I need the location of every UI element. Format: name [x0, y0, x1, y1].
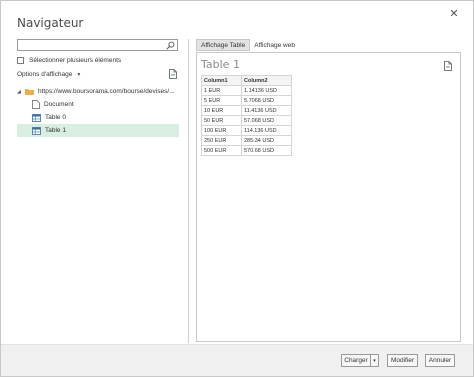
new-document-icon[interactable]: [444, 61, 452, 71]
navigator-dialog: ✕ Navigateur Sélectionner plusieurs élém…: [0, 0, 474, 377]
tree-root-label: https://www.boursorama.com/bourse/devise…: [38, 88, 175, 95]
chevron-down-icon: ▼: [76, 71, 82, 78]
tree-item-label: Table 0: [45, 114, 66, 121]
navigator-tree: ◢ https://www.boursorama.com/bourse/devi…: [17, 85, 179, 137]
tab-table-view[interactable]: Affichage Table: [196, 39, 251, 51]
table-cell: 57.068 USD: [241, 115, 292, 126]
search-input[interactable]: [18, 40, 158, 50]
search-field[interactable]: [17, 39, 178, 51]
table-cell: 1 EUR: [201, 85, 242, 96]
tree-item-label: Table 1: [45, 127, 66, 134]
cancel-button[interactable]: Annuler: [425, 354, 455, 367]
table-cell: 5 EUR: [201, 95, 242, 106]
preview-table: Column1 Column2 1 EUR 1.14136 USD 5 EUR …: [201, 75, 292, 156]
table-row: 250 EUR 285.34 USD: [201, 135, 292, 146]
load-button[interactable]: Charger: [341, 354, 371, 367]
new-document-icon[interactable]: [169, 69, 177, 79]
search-icon[interactable]: [166, 41, 175, 50]
table-header-row: Column1 Column2: [201, 75, 292, 86]
panel-divider[interactable]: [188, 39, 189, 343]
view-options-label: Options d'affichage: [17, 71, 73, 78]
expand-arrow-icon[interactable]: ◢: [17, 89, 25, 95]
column-header: Column1: [201, 75, 242, 86]
tree-item-table-0[interactable]: Table 0: [17, 111, 179, 124]
tab-web-view[interactable]: Affichage web: [250, 39, 299, 51]
view-options-dropdown[interactable]: Options d'affichage ▼: [17, 71, 81, 78]
document-icon: [32, 100, 40, 109]
multi-select-checkbox[interactable]: [17, 57, 24, 64]
table-row: 1 EUR 1.14136 USD: [201, 85, 292, 96]
dialog-footer: Charger ▾ Modifier Annuler: [1, 344, 473, 376]
view-tabs: Affichage Table Affichage web: [196, 39, 299, 51]
folder-icon: [25, 89, 34, 95]
table-cell: 250 EUR: [201, 135, 242, 146]
table-row: 5 EUR 5.7068 USD: [201, 95, 292, 106]
multi-select-label: Sélectionner plusieurs éléments: [29, 57, 122, 64]
tree-item-table-1[interactable]: Table 1: [17, 124, 179, 137]
table-row: 500 EUR 570.68 USD: [201, 145, 292, 156]
table-cell: 100 EUR: [201, 125, 242, 136]
close-icon[interactable]: ✕: [447, 6, 461, 20]
table-cell: 50 EUR: [201, 115, 242, 126]
table-icon: [32, 126, 41, 135]
table-cell: 1.14136 USD: [241, 85, 292, 96]
table-row: 10 EUR 11.4136 USD: [201, 105, 292, 116]
table-cell: 11.4136 USD: [241, 105, 292, 116]
table-cell: 5.7068 USD: [241, 95, 292, 106]
table-icon: [32, 113, 41, 122]
load-options-button[interactable]: ▾: [370, 354, 379, 367]
table-cell: 570.68 USD: [241, 145, 292, 156]
table-cell: 114.136 USD: [241, 125, 292, 136]
table-row: 100 EUR 114.136 USD: [201, 125, 292, 136]
preview-title: Table 1: [201, 58, 240, 71]
preview-pane: Table 1 Column1 Column2 1 EUR 1.14136 US…: [196, 52, 461, 342]
edit-button[interactable]: Modifier: [387, 354, 418, 367]
dialog-title: Navigateur: [17, 16, 84, 30]
table-row: 50 EUR 57.068 USD: [201, 115, 292, 126]
column-header: Column2: [241, 75, 292, 86]
tree-item-label: Document: [44, 101, 74, 108]
tree-root-node[interactable]: ◢ https://www.boursorama.com/bourse/devi…: [17, 85, 179, 98]
table-cell: 285.34 USD: [241, 135, 292, 146]
table-cell: 10 EUR: [201, 105, 242, 116]
tree-item-document[interactable]: Document: [17, 98, 179, 111]
table-cell: 500 EUR: [201, 145, 242, 156]
multi-select-option[interactable]: Sélectionner plusieurs éléments: [17, 57, 121, 64]
